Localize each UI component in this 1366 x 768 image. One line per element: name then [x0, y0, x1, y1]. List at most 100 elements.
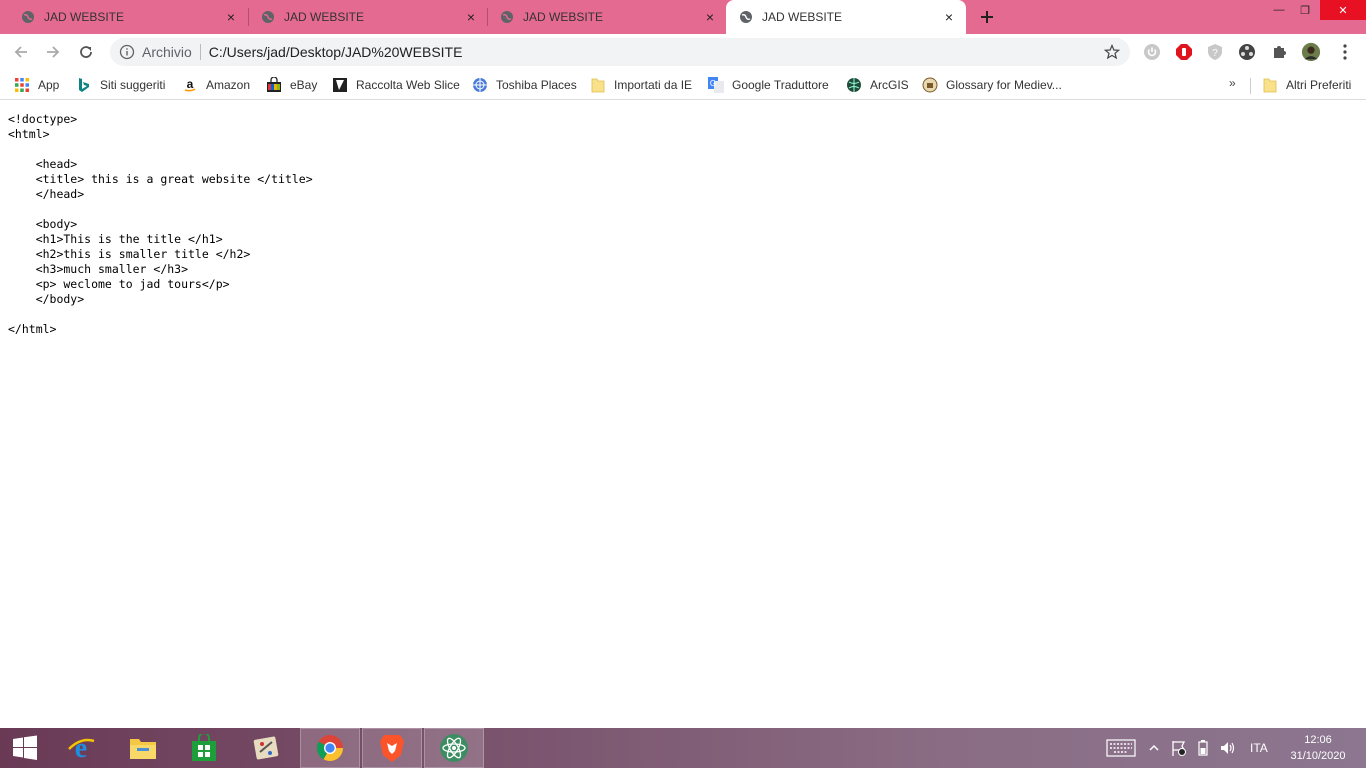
- globe-icon: [20, 9, 36, 25]
- brave-lion-icon: [380, 735, 404, 762]
- tab-close-icon[interactable]: ×: [701, 8, 719, 26]
- browser-toolbar: Archivio C:/Users/jad/Desktop/JAD%20WEBS…: [0, 34, 1366, 70]
- atom-editor-button[interactable]: [424, 728, 484, 768]
- action-center-flag-icon[interactable]: [1170, 728, 1188, 768]
- internet-explorer-icon: e: [68, 733, 95, 763]
- tab-strip: JAD WEBSITE × JAD WEBSITE × JAD WEBSITE …: [0, 0, 1366, 34]
- chevron-up-icon: [1149, 744, 1159, 751]
- tab-title: JAD WEBSITE: [284, 10, 365, 24]
- brave-button[interactable]: [362, 728, 422, 768]
- bookmarks-overflow-button[interactable]: »: [1229, 76, 1236, 90]
- globe-icon: [260, 9, 276, 25]
- tab-close-icon[interactable]: ×: [222, 8, 240, 26]
- new-tab-button[interactable]: [976, 6, 998, 28]
- adblock-extension-icon[interactable]: [1174, 42, 1194, 62]
- bookmark-ebay[interactable]: eBay: [266, 76, 317, 94]
- start-button[interactable]: [0, 728, 55, 768]
- info-icon[interactable]: [119, 44, 135, 60]
- forward-button[interactable]: [41, 40, 65, 64]
- ebay-bag-icon: [266, 77, 282, 93]
- puzzle-extensions-icon[interactable]: [1269, 42, 1289, 62]
- film-extension-icon[interactable]: [1237, 42, 1257, 62]
- browser-tab-active[interactable]: JAD WEBSITE ×: [726, 0, 966, 34]
- bookmark-label: eBay: [290, 78, 318, 92]
- plus-icon: [981, 11, 993, 23]
- url-scheme-label: Archivio: [142, 44, 192, 60]
- tab-close-icon[interactable]: ×: [940, 8, 958, 26]
- paint-app-button[interactable]: [236, 728, 296, 768]
- bookmark-glossary[interactable]: Glossary for Mediev...: [922, 76, 1062, 94]
- bookmark-google-traduttore[interactable]: G Google Traduttore: [708, 76, 829, 94]
- url-text[interactable]: C:/Users/jad/Desktop/JAD%20WEBSITE: [209, 44, 463, 60]
- windows-taskbar: e ITA 12:06 31/10/2020: [0, 728, 1366, 768]
- bookmark-siti-suggeriti[interactable]: Siti suggeriti: [76, 76, 165, 94]
- browser-tab[interactable]: JAD WEBSITE ×: [0, 0, 248, 34]
- profile-avatar[interactable]: [1301, 42, 1321, 62]
- power-extension-icon[interactable]: [1142, 42, 1162, 62]
- file-explorer-icon: [130, 739, 156, 759]
- arrow-left-icon: [14, 46, 27, 58]
- bookmark-amazon[interactable]: a Amazon: [182, 76, 250, 94]
- svg-text:e: e: [75, 733, 87, 763]
- bookmark-altri-preferiti[interactable]: Altri Preferiti: [1262, 76, 1351, 94]
- kebab-menu-icon: [1343, 44, 1347, 60]
- toshiba-icon: [472, 77, 488, 93]
- bookmarks-divider: [1250, 78, 1251, 94]
- apps-grid-icon: [14, 77, 30, 93]
- bookmark-toshiba-places[interactable]: Toshiba Places: [472, 76, 577, 94]
- glossary-icon: [922, 77, 938, 93]
- bookmark-app[interactable]: App: [14, 76, 59, 94]
- tab-title: JAD WEBSITE: [44, 10, 125, 24]
- reload-button[interactable]: [74, 40, 98, 64]
- google-translate-icon: G: [708, 77, 724, 93]
- svg-text:G: G: [710, 79, 716, 88]
- browser-menu-button[interactable]: [1335, 42, 1355, 62]
- html-source-text: <!doctype> <html> <head> <title> this is…: [8, 112, 313, 336]
- chrome-icon: [316, 735, 344, 762]
- system-clock[interactable]: 12:06 31/10/2020: [1283, 732, 1353, 764]
- windows-store-button[interactable]: [174, 728, 234, 768]
- address-bar[interactable]: Archivio C:/Users/jad/Desktop/JAD%20WEBS…: [110, 38, 1130, 66]
- folder-icon: [1262, 77, 1278, 93]
- show-hidden-icons-button[interactable]: [1148, 728, 1160, 768]
- store-bag-icon: [192, 734, 216, 761]
- browser-tab[interactable]: JAD WEBSITE ×: [479, 0, 727, 34]
- clock-date: 31/10/2020: [1290, 750, 1346, 762]
- bookmark-label: Amazon: [206, 78, 251, 92]
- page-content: <!doctype> <html> <head> <title> this is…: [0, 101, 1366, 728]
- bookmark-label: Toshiba Places: [496, 78, 577, 92]
- restore-button[interactable]: ❐: [1290, 0, 1320, 20]
- bookmark-raccolta-web-slice[interactable]: Raccolta Web Slice: [332, 76, 460, 94]
- bookmark-label: Altri Preferiti: [1286, 78, 1352, 92]
- atom-icon: [440, 734, 468, 762]
- shield-extension-icon[interactable]: ?: [1205, 42, 1225, 62]
- omnibox-divider: [199, 44, 201, 60]
- arcgis-globe-icon: [846, 77, 862, 93]
- volume-icon[interactable]: [1219, 728, 1237, 768]
- internet-explorer-button[interactable]: e: [51, 728, 111, 768]
- tab-title: JAD WEBSITE: [523, 10, 604, 24]
- touch-keyboard-icon[interactable]: [1106, 728, 1136, 768]
- arrow-right-icon: [47, 46, 60, 58]
- close-window-button[interactable]: ✕: [1320, 0, 1366, 20]
- bookmark-importati-da-ie[interactable]: Importati da IE: [590, 76, 692, 94]
- chrome-button[interactable]: [300, 728, 360, 768]
- tab-close-icon[interactable]: ×: [462, 8, 480, 26]
- tab-title: JAD WEBSITE: [762, 10, 843, 24]
- bookmark-arcgis[interactable]: ArcGIS: [846, 76, 909, 94]
- svg-text:?: ?: [1212, 48, 1218, 59]
- bookmark-label: Google Traduttore: [732, 78, 829, 92]
- reload-icon: [80, 46, 92, 58]
- browser-tab[interactable]: JAD WEBSITE ×: [240, 0, 488, 34]
- bookmark-label: Siti suggeriti: [100, 78, 166, 92]
- svg-text:a: a: [187, 78, 194, 91]
- file-explorer-button[interactable]: [113, 728, 173, 768]
- language-indicator[interactable]: ITA: [1250, 728, 1268, 768]
- battery-icon[interactable]: [1195, 728, 1211, 768]
- bookmark-star-icon[interactable]: [1103, 43, 1121, 60]
- bookmarks-bar: App Siti suggeriti a Amazon eBay Raccolt…: [0, 70, 1366, 100]
- back-button[interactable]: [9, 40, 33, 64]
- bookmark-label: Raccolta Web Slice: [356, 78, 460, 92]
- bookmark-label: Glossary for Mediev...: [946, 78, 1062, 92]
- bookmark-label: Importati da IE: [614, 78, 693, 92]
